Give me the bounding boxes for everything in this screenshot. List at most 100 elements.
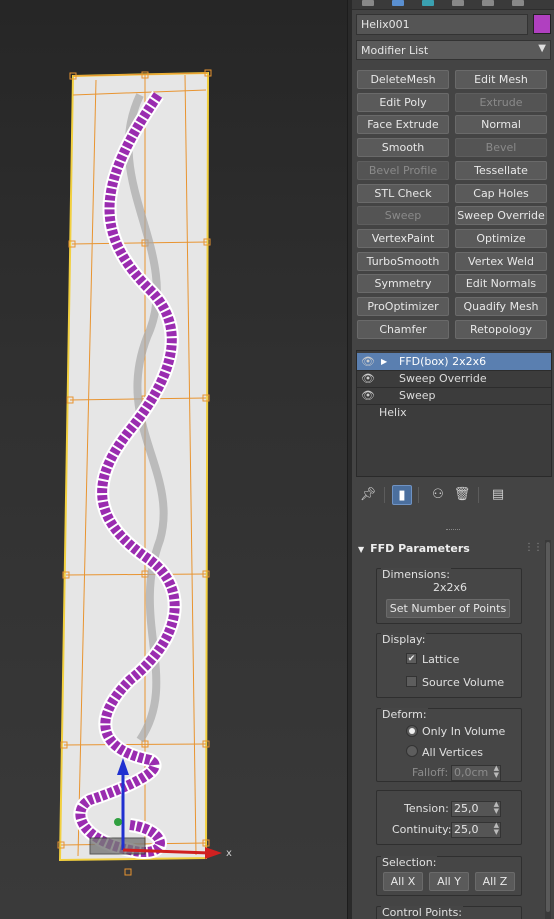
retopology-modifier-button[interactable]: Retopology	[455, 319, 547, 339]
modifier-list-dropdown[interactable]: Modifier List ▼	[356, 40, 551, 60]
stack-item-label: FFD(box) 2x2x6	[399, 355, 487, 368]
continuity-label: Continuity:	[392, 823, 452, 836]
tension-value: 25,0	[454, 802, 479, 815]
scrollbar-thumb[interactable]	[546, 542, 550, 912]
ffd-rollout-header[interactable]: ▼ FFD Parameters	[358, 542, 470, 555]
modifier-stack[interactable]: 👁︎ ▶ FFD(box) 2x2x6 👁︎ Sweep Override 👁︎ Sweep…	[356, 350, 552, 477]
lattice-checkbox[interactable]: ✔	[406, 653, 417, 664]
selection-group: Selection: All X All Y All Z	[376, 856, 522, 896]
dimensions-value: 2x2x6	[433, 581, 468, 594]
quadify-mesh-modifier-button[interactable]: Quadify Mesh	[455, 297, 547, 316]
vertexpaint-modifier-button[interactable]: VertexPaint	[357, 228, 449, 248]
optimize-modifier-button[interactable]: Optimize	[455, 228, 547, 248]
smooth-modifier-button[interactable]: Smooth	[357, 138, 449, 158]
hierarchy-tab-icon[interactable]	[422, 0, 434, 6]
all-x-button[interactable]: All X	[383, 872, 423, 891]
object-color-swatch[interactable]	[533, 14, 551, 34]
dimensions-group: Dimensions: 2x2x6 Set Number of Points	[376, 568, 522, 624]
divider	[384, 487, 385, 503]
modifier-list-label: Modifier List	[361, 44, 429, 57]
stack-item[interactable]: 👁︎ Sweep	[357, 387, 551, 404]
all-y-button[interactable]: All Y	[429, 872, 469, 891]
edit-mesh-modifier-button[interactable]: Edit Mesh	[455, 70, 547, 89]
stack-item[interactable]: 👁︎ Sweep Override	[357, 370, 551, 387]
cap-holes-modifier-button[interactable]: Cap Holes	[455, 183, 547, 203]
expand-arrow-icon[interactable]: ▶	[381, 353, 387, 370]
tension-continuity-group: Tension: 25,0 ▲ ▼ Continuity: 25,0 ▲ ▼	[376, 790, 522, 845]
set-number-of-points-button[interactable]: Set Number of Points	[386, 599, 510, 618]
make-unique-icon[interactable]: ⚇	[428, 485, 448, 505]
spinner-arrows-icon: ▲ ▼	[493, 764, 499, 779]
y-axis-gizmo[interactable]	[114, 818, 122, 826]
modify-tab-icon[interactable]	[392, 0, 404, 6]
all-vertices-label: All Vertices	[422, 746, 484, 759]
normal-modifier-button[interactable]: Normal	[455, 115, 547, 135]
continuity-spinner[interactable]: 25,0 ▲ ▼	[451, 822, 501, 838]
sweep-override-modifier-button[interactable]: Sweep Override	[455, 206, 547, 226]
rollout-scrollbar[interactable]	[545, 540, 551, 919]
sweep-modifier-button[interactable]: Sweep	[357, 206, 449, 226]
stack-item[interactable]: Helix	[357, 404, 551, 421]
remove-modifier-icon[interactable]: 🗑︎	[452, 485, 472, 505]
perspective-viewport[interactable]: x	[0, 0, 347, 919]
display-group: Display: ✔ Lattice Source Volume	[376, 633, 522, 698]
eye-icon[interactable]: 👁︎	[361, 387, 375, 404]
extrude-modifier-button[interactable]: Extrude	[455, 92, 547, 112]
eye-icon[interactable]: 👁︎	[361, 353, 375, 370]
only-in-volume-label: Only In Volume	[422, 725, 506, 738]
deform-group: Deform: Only In Volume All Vertices Fall…	[376, 708, 522, 782]
divider	[418, 487, 419, 503]
only-in-volume-radio[interactable]	[406, 725, 418, 737]
stack-item-label: Helix	[379, 406, 407, 419]
stack-toolbar: 📌︎ ▮ ⚇ 🗑︎ ▤	[356, 484, 552, 506]
control-points-title: Control Points:	[381, 906, 464, 919]
eye-icon[interactable]: 👁︎	[361, 370, 375, 387]
face-extrude-modifier-button[interactable]: Face Extrude	[357, 115, 449, 135]
falloff-spinner[interactable]: 0,0cm ▲ ▼	[451, 765, 501, 781]
edit-poly-modifier-button[interactable]: Edit Poly	[357, 92, 449, 112]
turbosmooth-modifier-button[interactable]: TurboSmooth	[357, 251, 449, 271]
rollout-collapse-icon: ▼	[358, 545, 365, 554]
panel-resize-grip[interactable]	[446, 529, 460, 532]
symmetry-modifier-button[interactable]: Symmetry	[357, 274, 449, 294]
edit-normals-modifier-button[interactable]: Edit Normals	[455, 274, 547, 294]
utilities-tab-icon[interactable]	[512, 0, 524, 6]
stack-item[interactable]: 👁︎ ▶ FFD(box) 2x2x6	[357, 353, 551, 370]
x-axis-label: x	[226, 848, 232, 859]
all-z-button[interactable]: All Z	[475, 872, 515, 891]
viewport-scene: x	[57, 69, 232, 876]
display-tab-icon[interactable]	[482, 0, 494, 6]
selection-title: Selection:	[381, 856, 438, 869]
control-points-group: Control Points:	[376, 906, 522, 919]
bevel-profile-modifier-button[interactable]: Bevel Profile	[357, 160, 449, 180]
chamfer-modifier-button[interactable]: Chamfer	[357, 319, 449, 339]
stl-check-modifier-button[interactable]: STL Check	[357, 183, 449, 203]
lattice-label: Lattice	[422, 653, 460, 666]
motion-tab-icon[interactable]	[452, 0, 464, 6]
all-vertices-radio[interactable]	[406, 745, 418, 757]
stack-item-label: Sweep	[399, 389, 436, 402]
stack-item-label: Sweep Override	[399, 372, 487, 385]
source-volume-checkbox[interactable]	[406, 676, 417, 687]
spinner-arrows-icon: ▲ ▼	[493, 821, 499, 836]
falloff-value: 0,0cm	[454, 766, 489, 779]
deletemesh-modifier-button[interactable]: DeleteMesh	[357, 70, 449, 89]
show-end-result-icon[interactable]: ▮	[392, 485, 412, 505]
source-volume-label: Source Volume	[422, 676, 505, 689]
tension-label: Tension:	[404, 802, 449, 815]
rollout-drag-handle-icon[interactable]: ⋮⋮	[524, 542, 543, 553]
continuity-value: 25,0	[454, 823, 479, 836]
bevel-modifier-button[interactable]: Bevel	[455, 138, 547, 158]
falloff-label: Falloff:	[412, 766, 449, 779]
pin-stack-icon[interactable]: 📌︎	[358, 485, 378, 505]
tessellate-modifier-button[interactable]: Tessellate	[455, 160, 547, 180]
dimensions-title: Dimensions:	[381, 568, 451, 581]
configure-modifier-sets-icon[interactable]: ▤	[488, 485, 508, 505]
tension-spinner[interactable]: 25,0 ▲ ▼	[451, 801, 501, 817]
display-title: Display:	[381, 633, 427, 646]
create-tab-icon[interactable]	[362, 0, 374, 6]
prooptimizer-modifier-button[interactable]: ProOptimizer	[357, 297, 449, 316]
object-name-input[interactable]: Helix001	[356, 14, 528, 35]
vertex-weld-modifier-button[interactable]: Vertex Weld	[455, 251, 547, 271]
chevron-down-icon: ▼	[538, 43, 546, 54]
